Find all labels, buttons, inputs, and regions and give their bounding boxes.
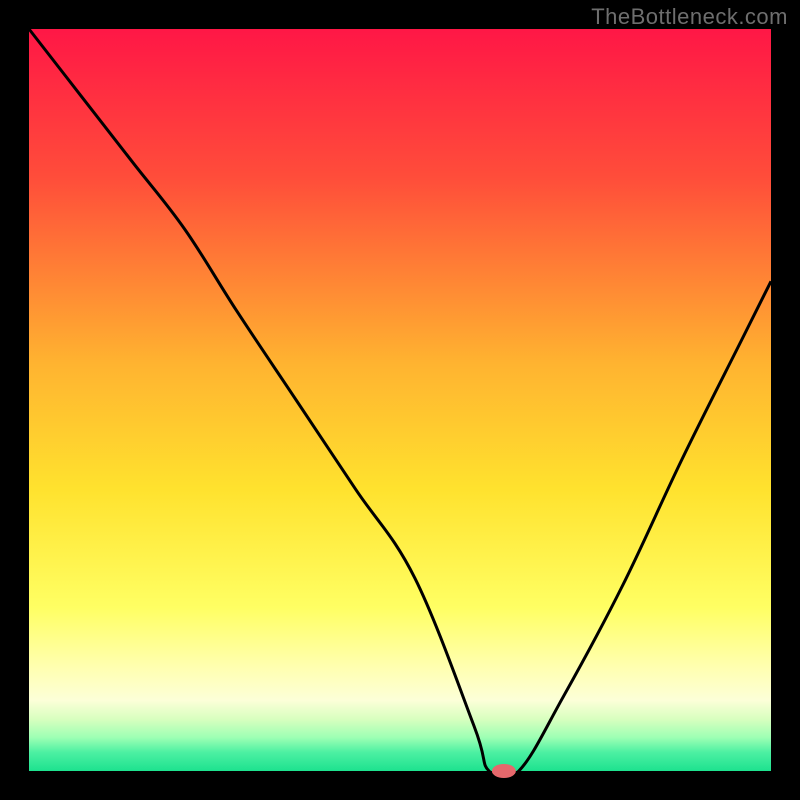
bottleneck-chart [0, 0, 800, 800]
chart-frame: TheBottleneck.com [0, 0, 800, 800]
gradient-background [29, 29, 771, 771]
attribution-text: TheBottleneck.com [591, 4, 788, 30]
optimal-marker [492, 764, 516, 778]
